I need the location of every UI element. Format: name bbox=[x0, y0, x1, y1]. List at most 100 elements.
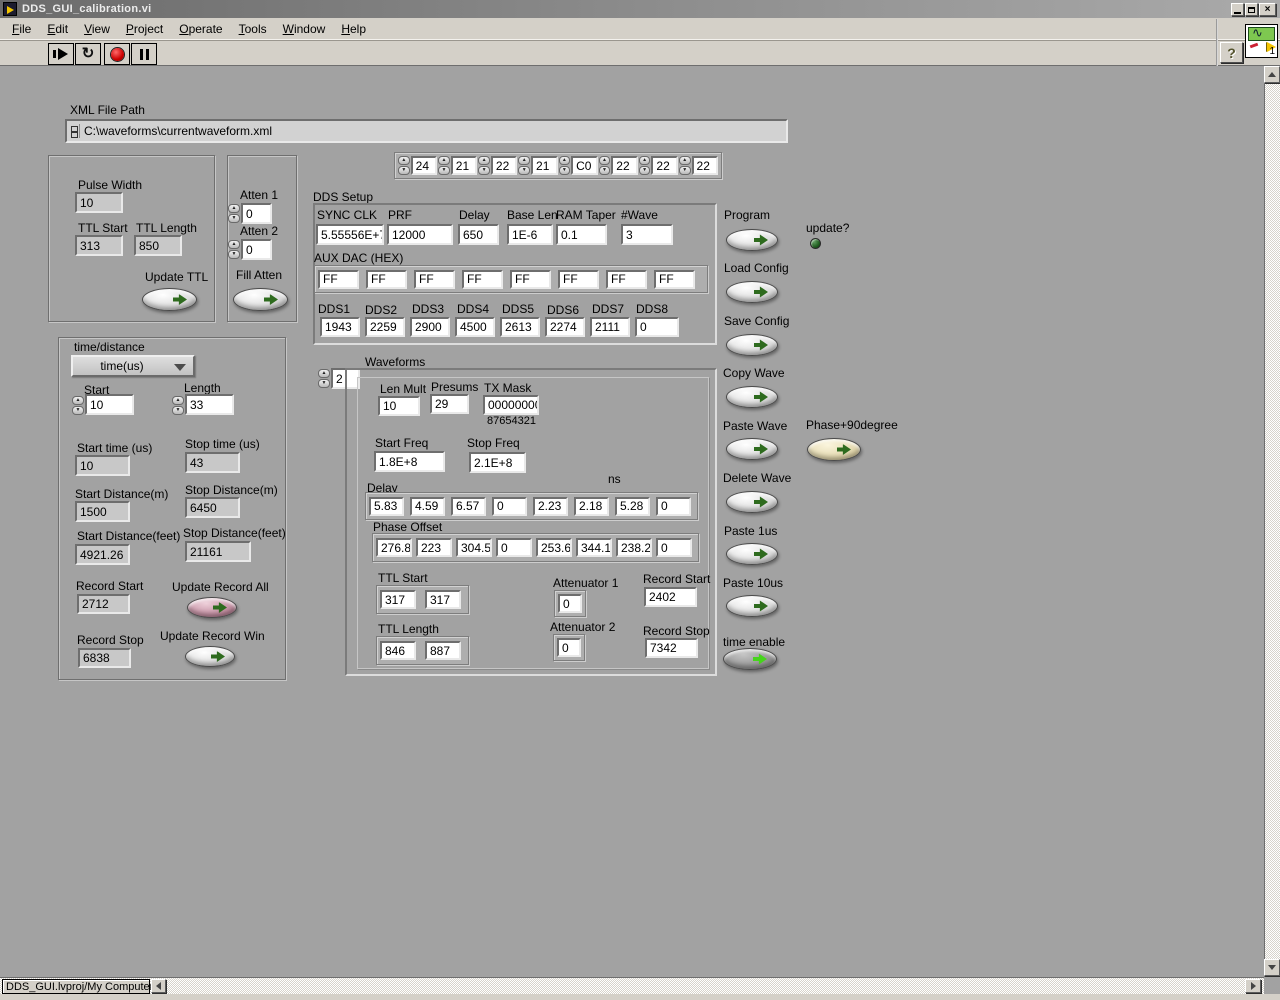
scroll-right-button[interactable] bbox=[1245, 979, 1261, 993]
dds2-field[interactable]: 2259 bbox=[365, 317, 405, 337]
delay-4[interactable]: 2.23 bbox=[533, 497, 568, 516]
phase-2[interactable]: 304.5 bbox=[456, 538, 492, 557]
hex-0-spinner[interactable]: ▲▼ bbox=[398, 156, 410, 175]
prf-field[interactable]: 12000 bbox=[387, 224, 453, 245]
dds6-field[interactable]: 2274 bbox=[545, 317, 585, 337]
wf-record-start-field[interactable]: 2402 bbox=[644, 587, 697, 607]
wf-ttl-start-0[interactable]: 317 bbox=[380, 590, 416, 609]
delay-7[interactable]: 0 bbox=[656, 497, 691, 516]
attenuator1-field[interactable]: 0 bbox=[558, 594, 582, 613]
ram-taper-field[interactable]: 0.1 bbox=[556, 224, 607, 245]
atten2-field[interactable]: 0 bbox=[241, 239, 272, 260]
stop-freq-field[interactable]: 2.1E+8 bbox=[469, 452, 526, 473]
hex-3-field[interactable]: 21 bbox=[531, 156, 557, 175]
hex-1-field[interactable]: 21 bbox=[451, 156, 477, 175]
phase-0[interactable]: 276.8 bbox=[376, 538, 412, 557]
update-record-all-button[interactable] bbox=[187, 597, 237, 618]
start-field[interactable]: 10 bbox=[85, 394, 134, 415]
paste-10us-button[interactable] bbox=[726, 595, 778, 617]
save-config-button[interactable] bbox=[726, 334, 778, 356]
phase90-button[interactable] bbox=[807, 438, 861, 461]
wf-ttl-length-1[interactable]: 887 bbox=[425, 641, 461, 660]
program-button[interactable] bbox=[726, 229, 778, 251]
tx-mask-field[interactable]: 00000000 bbox=[483, 395, 539, 415]
dds1-field[interactable]: 1943 bbox=[320, 317, 360, 337]
aux-dac-0[interactable]: FF bbox=[318, 270, 359, 289]
start-distance-ft-label: Start Distance(feet) bbox=[77, 529, 180, 543]
wf-ttl-length-0[interactable]: 846 bbox=[380, 641, 416, 660]
dds-delay-field[interactable]: 650 bbox=[458, 224, 499, 245]
update-record-win-button[interactable] bbox=[185, 646, 235, 667]
attenuator2-field[interactable]: 0 bbox=[557, 638, 581, 657]
hex-3-spinner[interactable]: ▲▼ bbox=[518, 156, 530, 175]
scroll-down-button[interactable] bbox=[1264, 959, 1280, 976]
delay-6[interactable]: 5.28 bbox=[615, 497, 650, 516]
phase-7[interactable]: 0 bbox=[656, 538, 692, 557]
aux-dac-2[interactable]: FF bbox=[414, 270, 455, 289]
horizontal-scrollbar[interactable] bbox=[0, 977, 1264, 994]
context-target-button[interactable]: DDS_GUI.lvproj/My Computer bbox=[2, 979, 150, 994]
len-mult-field[interactable]: 10 bbox=[378, 396, 420, 416]
scroll-left-button[interactable] bbox=[151, 979, 166, 993]
hex-4-spinner[interactable]: ▲▼ bbox=[559, 156, 571, 175]
hex-0-field[interactable]: 24 bbox=[411, 156, 437, 175]
scroll-up-button[interactable] bbox=[1264, 66, 1280, 83]
hex-2-spinner[interactable]: ▲▼ bbox=[478, 156, 490, 175]
aux-dac-6[interactable]: FF bbox=[606, 270, 647, 289]
presums-field[interactable]: 29 bbox=[430, 394, 469, 414]
num-wave-field[interactable]: 3 bbox=[621, 224, 673, 245]
aux-dac-3[interactable]: FF bbox=[462, 270, 503, 289]
hex-4-field[interactable]: C0 bbox=[571, 156, 597, 175]
hex-7-field[interactable]: 22 bbox=[692, 156, 718, 175]
time-distance-ring[interactable]: time(us) bbox=[71, 355, 195, 377]
phase-4[interactable]: 253.6 bbox=[536, 538, 572, 557]
copy-wave-button[interactable] bbox=[726, 386, 778, 408]
phase-1[interactable]: 223 bbox=[416, 538, 452, 557]
aux-dac-4[interactable]: FF bbox=[510, 270, 551, 289]
hex-5-field[interactable]: 22 bbox=[611, 156, 637, 175]
delay-0[interactable]: 5.83 bbox=[369, 497, 404, 516]
load-config-button[interactable] bbox=[726, 281, 778, 303]
xml-path-control[interactable]: C:\waveforms\currentwaveform.xml bbox=[65, 119, 788, 143]
length-field[interactable]: 33 bbox=[185, 394, 234, 415]
atten1-field[interactable]: 0 bbox=[241, 203, 272, 224]
phase-3[interactable]: 0 bbox=[496, 538, 532, 557]
aux-dac-5[interactable]: FF bbox=[558, 270, 599, 289]
dds8-field[interactable]: 0 bbox=[635, 317, 679, 337]
hex-6-spinner[interactable]: ▲▼ bbox=[639, 156, 651, 175]
paste-1us-button[interactable] bbox=[726, 543, 778, 565]
start-spinner[interactable]: ▲▼ bbox=[72, 396, 84, 415]
update-ttl-button[interactable] bbox=[142, 288, 197, 311]
start-freq-field[interactable]: 1.8E+8 bbox=[374, 451, 445, 472]
dds4-field[interactable]: 4500 bbox=[455, 317, 495, 337]
dds5-field[interactable]: 2613 bbox=[500, 317, 540, 337]
aux-dac-1[interactable]: FF bbox=[366, 270, 407, 289]
vertical-scrollbar[interactable] bbox=[1264, 66, 1280, 977]
hex-2-field[interactable]: 22 bbox=[491, 156, 517, 175]
waveform-index-spinner[interactable]: ▲▼ bbox=[318, 369, 330, 388]
dds7-field[interactable]: 2111 bbox=[590, 317, 630, 337]
atten1-spinner[interactable]: ▲▼ bbox=[228, 204, 240, 223]
fill-atten-button[interactable] bbox=[233, 288, 288, 311]
delay-3[interactable]: 0 bbox=[492, 497, 527, 516]
hex-5-spinner[interactable]: ▲▼ bbox=[599, 156, 611, 175]
delete-wave-button[interactable] bbox=[726, 491, 778, 513]
length-spinner[interactable]: ▲▼ bbox=[172, 396, 184, 415]
delay-2[interactable]: 6.57 bbox=[451, 497, 486, 516]
delay-1[interactable]: 4.59 bbox=[410, 497, 445, 516]
wf-record-stop-field[interactable]: 7342 bbox=[645, 638, 698, 658]
hex-7-spinner[interactable]: ▲▼ bbox=[679, 156, 691, 175]
sync-clk-field[interactable]: 5.55556E+7 bbox=[316, 224, 384, 245]
dds3-field[interactable]: 2900 bbox=[410, 317, 450, 337]
hex-1-spinner[interactable]: ▲▼ bbox=[438, 156, 450, 175]
paste-wave-button[interactable] bbox=[726, 438, 778, 460]
base-len-field[interactable]: 1E-6 bbox=[507, 224, 553, 245]
time-enable-button[interactable] bbox=[723, 648, 777, 670]
hex-6-field[interactable]: 22 bbox=[651, 156, 677, 175]
atten2-spinner[interactable]: ▲▼ bbox=[228, 240, 240, 259]
aux-dac-7[interactable]: FF bbox=[654, 270, 695, 289]
wf-ttl-start-1[interactable]: 317 bbox=[425, 590, 461, 609]
delay-5[interactable]: 2.18 bbox=[574, 497, 609, 516]
phase-6[interactable]: 238.2 bbox=[616, 538, 652, 557]
phase-5[interactable]: 344.1 bbox=[576, 538, 612, 557]
